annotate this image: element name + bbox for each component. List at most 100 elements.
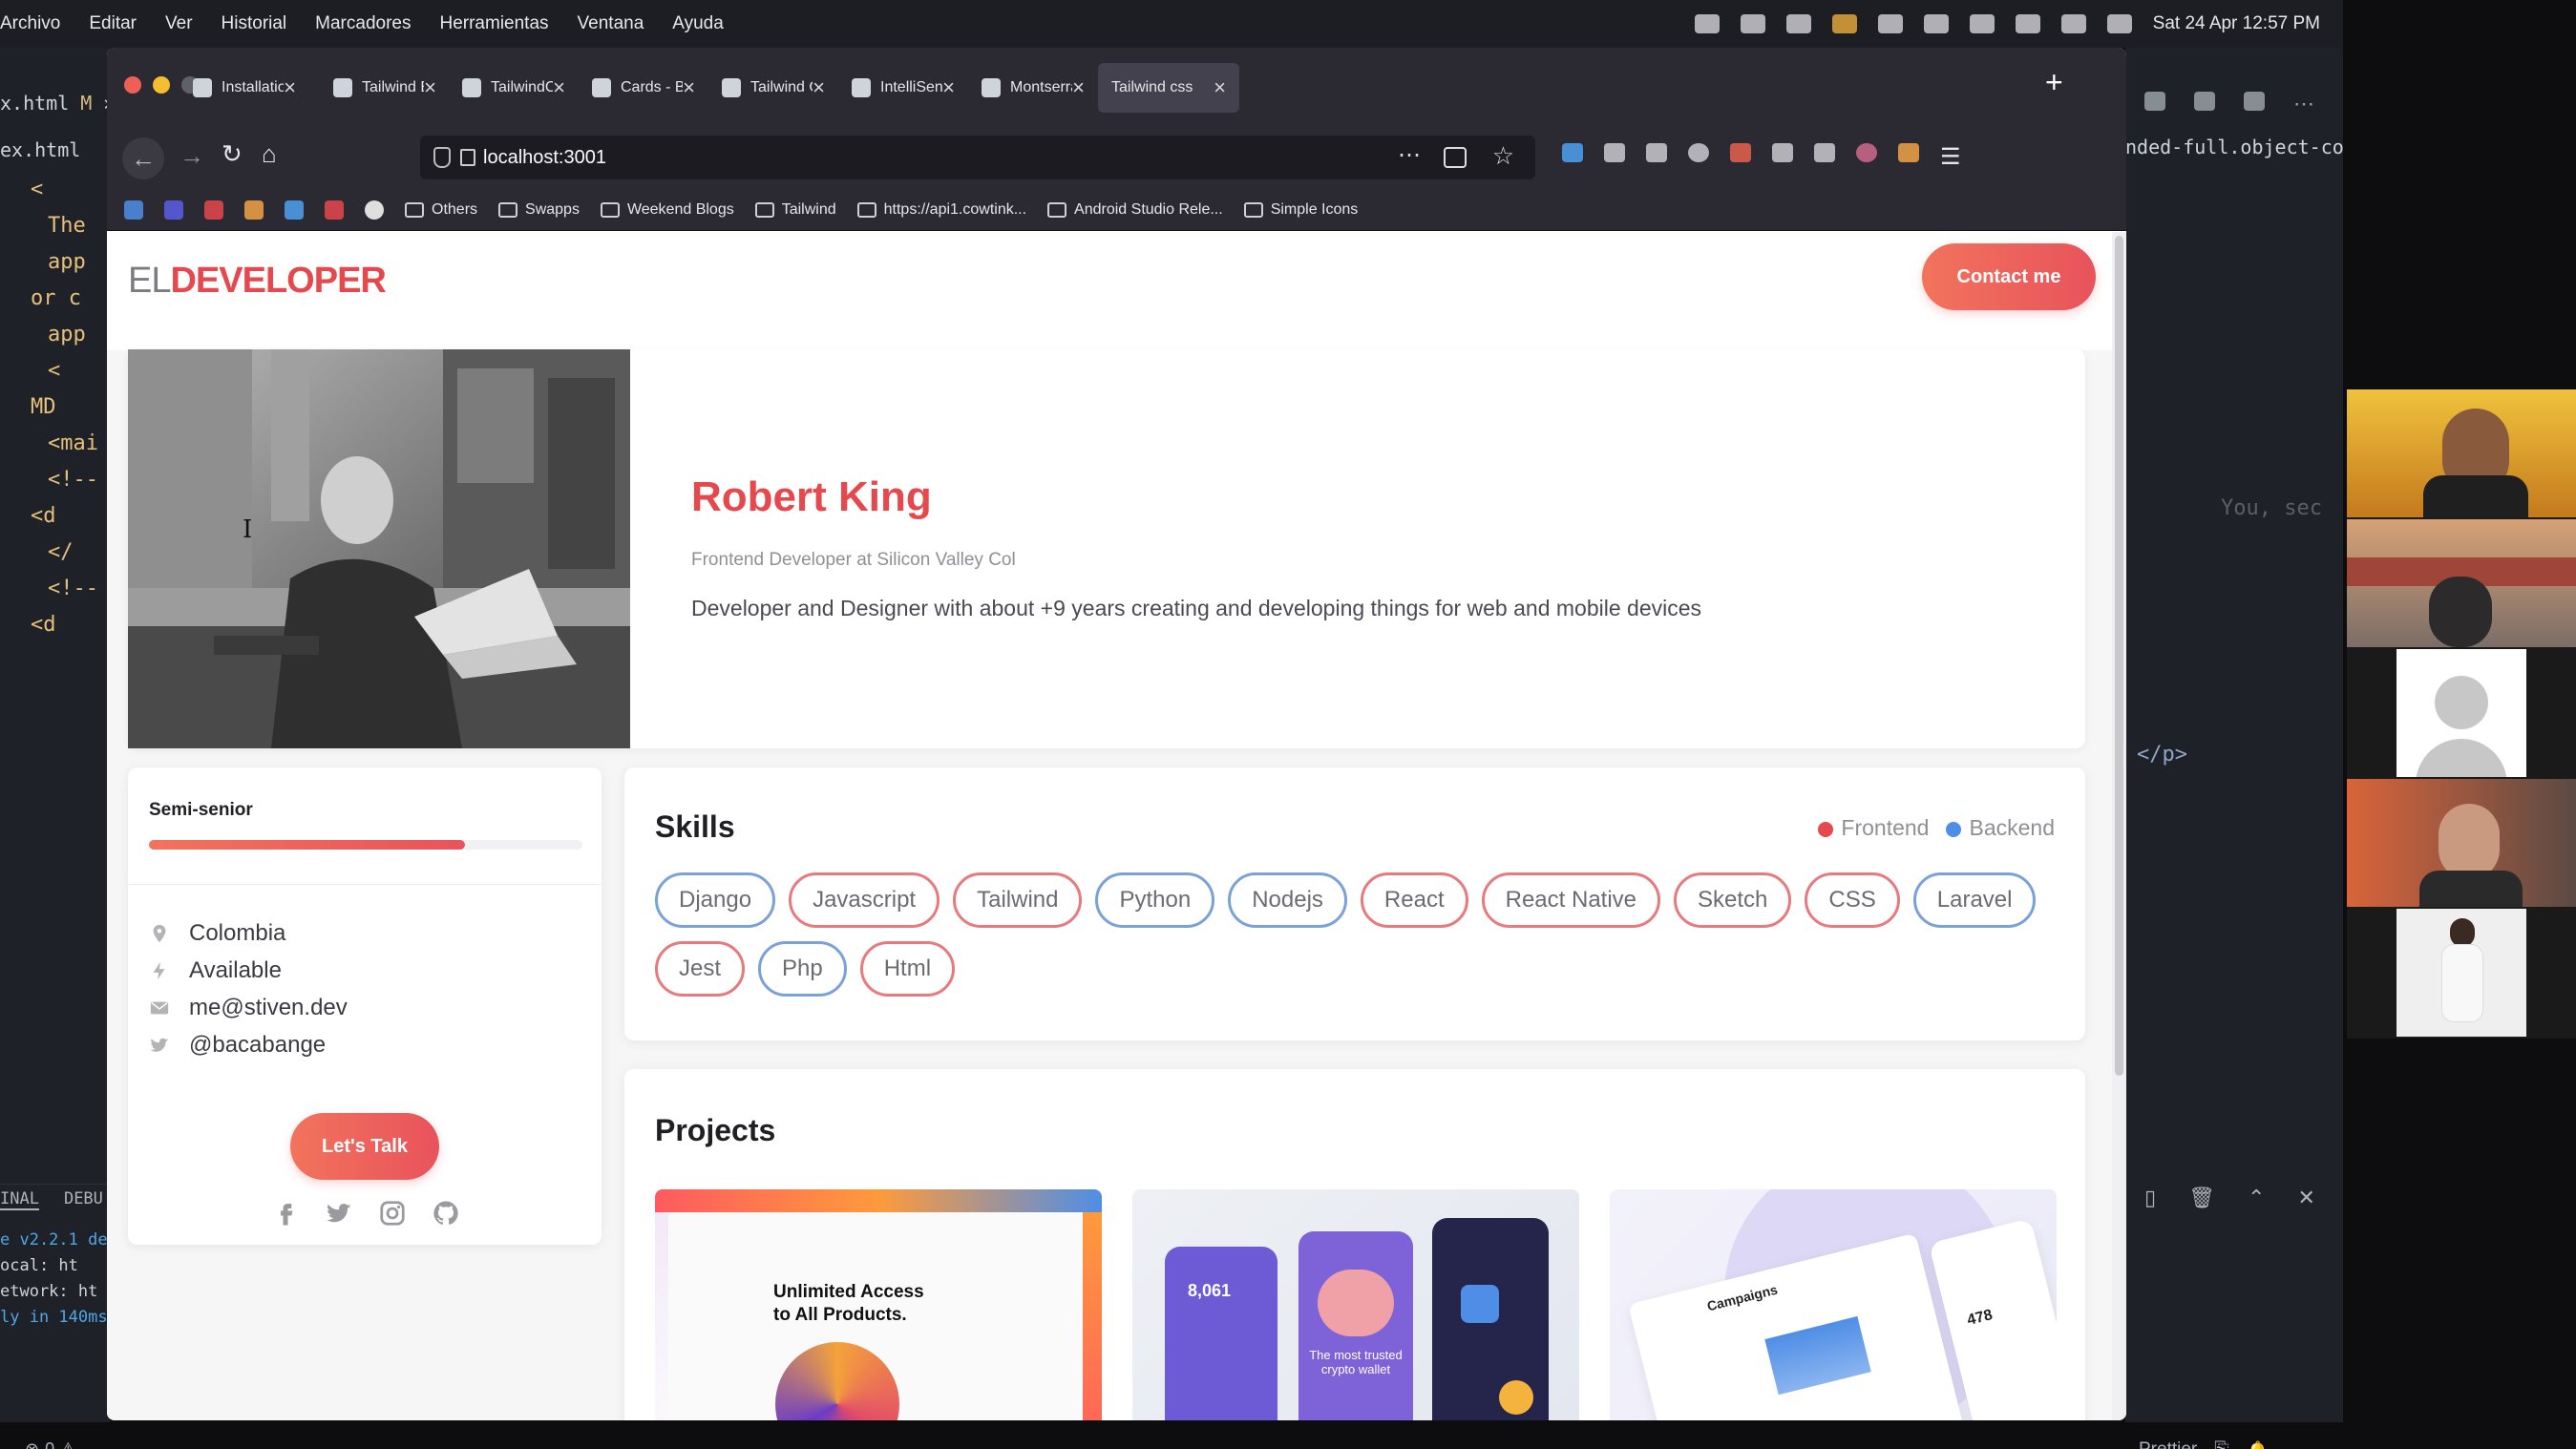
browser-tab[interactable]: Tailwind css × xyxy=(1098,63,1239,113)
skill-chip[interactable]: Jest xyxy=(655,941,746,997)
shield-icon[interactable] xyxy=(433,147,451,168)
notifications-icon[interactable]: 🔔 xyxy=(2246,1439,2269,1449)
project-card-3[interactable]: Campaigns 478 xyxy=(1610,1189,2057,1420)
skill-chip[interactable]: Tailwind xyxy=(953,872,1083,928)
bookmark-item[interactable]: Weekend Blogs xyxy=(600,201,734,219)
browser-tab[interactable]: Montserrat - Google× xyxy=(968,63,1098,113)
menu-item[interactable]: Ver xyxy=(165,13,193,34)
maximize-panel-icon[interactable]: ⌃ xyxy=(2248,1186,2265,1210)
record-extension-icon[interactable] xyxy=(1856,143,1877,162)
facebook-icon[interactable] xyxy=(271,1199,300,1228)
split-panel-icon[interactable]: ▯ xyxy=(2144,1186,2156,1210)
account-icon[interactable] xyxy=(1688,143,1709,162)
instagram-icon[interactable] xyxy=(378,1199,407,1228)
bookmark-item[interactable]: https://api1.cowtink... xyxy=(856,201,1026,219)
menu-item[interactable]: Ayuda xyxy=(672,13,724,34)
project-card-2[interactable]: 8,061 The most trusted crypto wallet xyxy=(1132,1189,1579,1420)
close-tab-icon[interactable]: × xyxy=(683,75,695,100)
spotlight-search-icon[interactable] xyxy=(2015,14,2040,33)
close-tab-icon[interactable]: × xyxy=(284,75,296,100)
contact-button[interactable]: Contact me xyxy=(1922,243,2096,310)
close-tab-icon[interactable]: × xyxy=(942,75,955,100)
library-icon[interactable] xyxy=(1604,143,1625,162)
play-icon[interactable] xyxy=(1785,14,1811,33)
url-text[interactable]: localhost:3001 xyxy=(483,147,606,169)
browser-tab[interactable]: Tailwind CSS Cheat S× xyxy=(708,63,838,113)
skill-chip[interactable]: Php xyxy=(758,941,847,997)
history-icon[interactable] xyxy=(2144,92,2165,111)
bookmark-item[interactable]: Simple Icons xyxy=(1243,201,1358,219)
google-icon[interactable] xyxy=(365,200,384,220)
close-tab-icon[interactable]: × xyxy=(1214,75,1226,100)
menu-icon[interactable]: ☰ xyxy=(1940,143,1961,171)
problems-status[interactable]: ⊗ 0 ⚠ xyxy=(25,1439,75,1449)
browser-tab[interactable]: TailwindCss Flexbox× xyxy=(449,63,579,113)
color-extension-icon[interactable] xyxy=(1898,143,1919,162)
page-scrollbar[interactable] xyxy=(2112,232,2126,1420)
menu-item[interactable]: Editar xyxy=(89,13,137,34)
wifi-icon[interactable] xyxy=(1969,14,1995,33)
youtube-icon[interactable] xyxy=(325,200,344,220)
lets-talk-button[interactable]: Let's Talk xyxy=(290,1113,439,1180)
app-status-icon[interactable] xyxy=(1740,14,1765,33)
terminal-tabs[interactable]: INAL DEBU xyxy=(0,1189,103,1210)
browser-tab[interactable]: Installation - Tailwind× xyxy=(179,63,309,113)
participant-tile-1[interactable] xyxy=(2347,389,2576,517)
close-tab-icon[interactable]: × xyxy=(813,75,825,100)
menu-item[interactable]: Historial xyxy=(222,13,287,34)
skill-chip[interactable]: Nodejs xyxy=(1228,872,1347,928)
skill-chip[interactable]: React xyxy=(1360,872,1468,928)
browser-tab[interactable]: Tailwind Basics and× xyxy=(320,63,450,113)
browser-tab[interactable]: IntelliSense - Tailwind× xyxy=(838,63,968,113)
editor-tab[interactable]: x.html M ✕ xyxy=(0,92,115,115)
creative-cloud-icon[interactable] xyxy=(1694,14,1720,33)
participant-tile-3[interactable] xyxy=(2397,649,2526,777)
site-logo[interactable]: ELDEVELOPER xyxy=(128,261,387,302)
skill-chip[interactable]: React Native xyxy=(1481,872,1661,928)
control-center-icon[interactable] xyxy=(2060,14,2086,33)
siri-icon[interactable] xyxy=(2106,14,2132,33)
close-tab-icon[interactable]: × xyxy=(553,75,565,100)
pocket-icon[interactable] xyxy=(1444,147,1467,168)
home-button[interactable]: ⌂ xyxy=(262,139,277,169)
compare-icon[interactable] xyxy=(2194,92,2215,111)
menu-archivo[interactable]: Archivo xyxy=(0,13,60,34)
skill-chip[interactable]: Laravel xyxy=(1912,872,2037,928)
bookmark-item[interactable]: Others xyxy=(405,201,477,219)
skill-chip[interactable]: Python xyxy=(1095,872,1215,928)
participant-tile-5[interactable] xyxy=(2397,909,2526,1037)
twitter-icon[interactable] xyxy=(325,1199,353,1228)
prettier-status[interactable]: Prettier xyxy=(2139,1439,2197,1449)
bookmark-item[interactable]: Swapps xyxy=(498,201,580,219)
vue-devtools-icon[interactable] xyxy=(1772,143,1793,162)
more-actions-icon[interactable]: ⋯ xyxy=(2293,92,2314,116)
gmail-icon[interactable] xyxy=(204,200,223,220)
skill-chip[interactable]: Javascript xyxy=(789,872,940,928)
reload-button[interactable]: ↻ xyxy=(222,139,243,169)
bookmark-icon-1[interactable] xyxy=(124,200,143,220)
menu-item[interactable]: Herramientas xyxy=(439,13,548,34)
bookmark-item[interactable]: Android Studio Rele... xyxy=(1047,201,1223,219)
browser-tab[interactable]: Cards - Bootstrap v5× xyxy=(579,63,708,113)
menu-item[interactable]: Ventana xyxy=(578,13,644,34)
close-panel-icon[interactable]: ✕ xyxy=(2297,1186,2314,1210)
skill-chip[interactable]: Html xyxy=(859,941,956,997)
project-card-1[interactable]: Unlimited Access to All Products. xyxy=(655,1189,1102,1420)
breadcrumb[interactable]: ex.html xyxy=(0,138,80,161)
participant-tile-4[interactable] xyxy=(2347,779,2576,907)
twitter-bookmark-icon[interactable] xyxy=(285,200,304,220)
menu-item[interactable]: Marcadores xyxy=(315,13,411,34)
bluetooth-icon[interactable] xyxy=(1877,14,1903,33)
battery-icon[interactable] xyxy=(1923,14,1949,33)
github-icon[interactable] xyxy=(432,1199,460,1228)
close-tab-icon[interactable]: × xyxy=(1072,75,1085,100)
bookmark-star-icon[interactable]: ☆ xyxy=(1492,141,1514,171)
bookmark-item[interactable]: Tailwind xyxy=(754,201,836,219)
skill-chip[interactable]: Sketch xyxy=(1674,872,1792,928)
skill-chip[interactable]: CSS xyxy=(1805,872,1900,928)
forward-button[interactable]: → xyxy=(179,141,204,171)
close-tab-icon[interactable]: × xyxy=(424,75,436,100)
extension-icon[interactable] xyxy=(1730,143,1751,162)
sidebar-icon[interactable] xyxy=(1646,143,1667,162)
split-editor-icon[interactable] xyxy=(2244,92,2265,111)
